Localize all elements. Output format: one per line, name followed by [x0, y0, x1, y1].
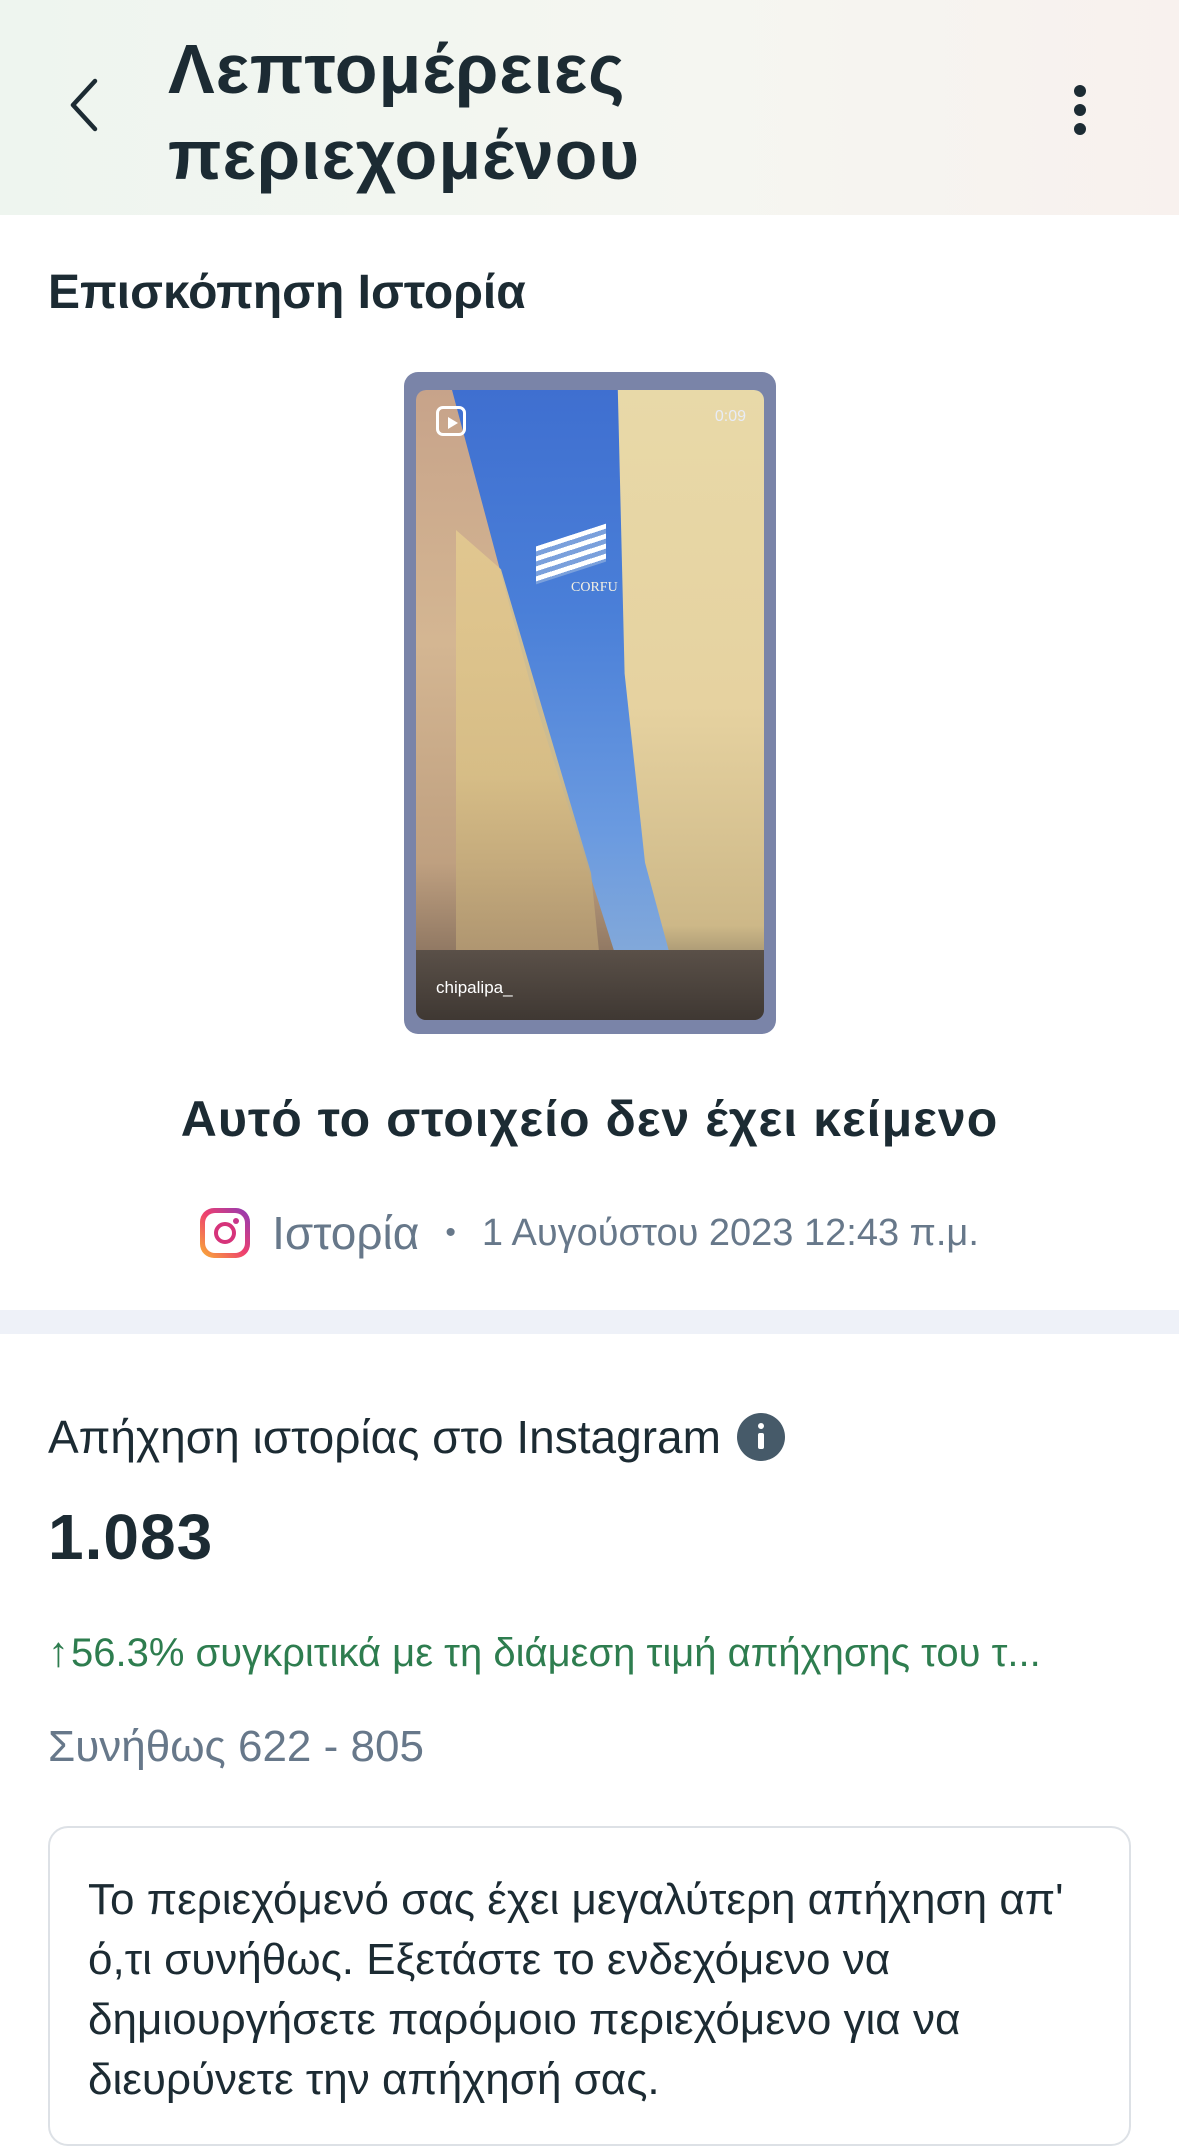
insight-card: Το περιεχόμενό σας έχει μεγαλύτερη απήχη… — [48, 1826, 1131, 2146]
story-preview-thumbnail[interactable]: 0:09 CORFU chipalipa_ — [404, 372, 776, 1034]
back-button[interactable] — [50, 70, 120, 140]
comparison-text: 56.3% συγκριτικά με τη διάμεση τιμή απήχ… — [71, 1631, 1041, 1675]
arrow-up-icon: ↑ — [48, 1628, 69, 1675]
page-title: Λεπτομέρειες περιεχομένου — [168, 30, 641, 194]
more-vertical-icon — [1074, 85, 1086, 135]
post-caption: Αυτό το στοιχείο δεν έχει κείμενο — [180, 1091, 999, 1147]
instagram-icon — [200, 1208, 251, 1258]
usual-range: Συνήθως 622 - 805 — [48, 1722, 424, 1771]
section-divider — [0, 1310, 1179, 1334]
post-meta: Ιστορία • 1 Αυγούστου 2023 12:43 π.μ. — [0, 1203, 1179, 1263]
video-duration: 0:09 — [714, 408, 746, 425]
story-overlay-text: CORFU — [571, 580, 618, 595]
reach-label-row: Απήχηση ιστορίας στο Instagram — [48, 1410, 785, 1464]
building-right — [617, 390, 764, 1020]
reach-label: Απήχηση ιστορίας στο Instagram — [48, 1411, 721, 1463]
meta-separator: • — [445, 1216, 456, 1249]
reel-icon — [436, 406, 466, 436]
post-type: Ιστορία — [272, 1207, 420, 1259]
story-username: chipalipa_ — [436, 978, 513, 997]
story-image: 0:09 CORFU chipalipa_ — [416, 390, 764, 1020]
chevron-left-icon — [70, 78, 98, 132]
reach-comparison: ↑56.3% συγκριτικά με τη διάμεση τιμή απή… — [48, 1628, 1138, 1676]
info-icon[interactable] — [736, 1413, 785, 1461]
more-options-button[interactable] — [1045, 70, 1115, 150]
top-bar: Λεπτομέρειες περιεχομένου — [0, 0, 1179, 215]
post-date: 1 Αυγούστου 2023 12:43 π.μ. — [481, 1211, 979, 1254]
reach-value: 1.083 — [48, 1501, 214, 1573]
building-left-facade — [456, 530, 606, 1020]
greek-flag — [536, 523, 606, 585]
insight-text: Το περιεχόμενό σας έχει μεγαλύτερη απήχη… — [88, 1875, 1064, 2104]
preview-section-title: Επισκόπηση Ιστορία — [48, 266, 526, 319]
